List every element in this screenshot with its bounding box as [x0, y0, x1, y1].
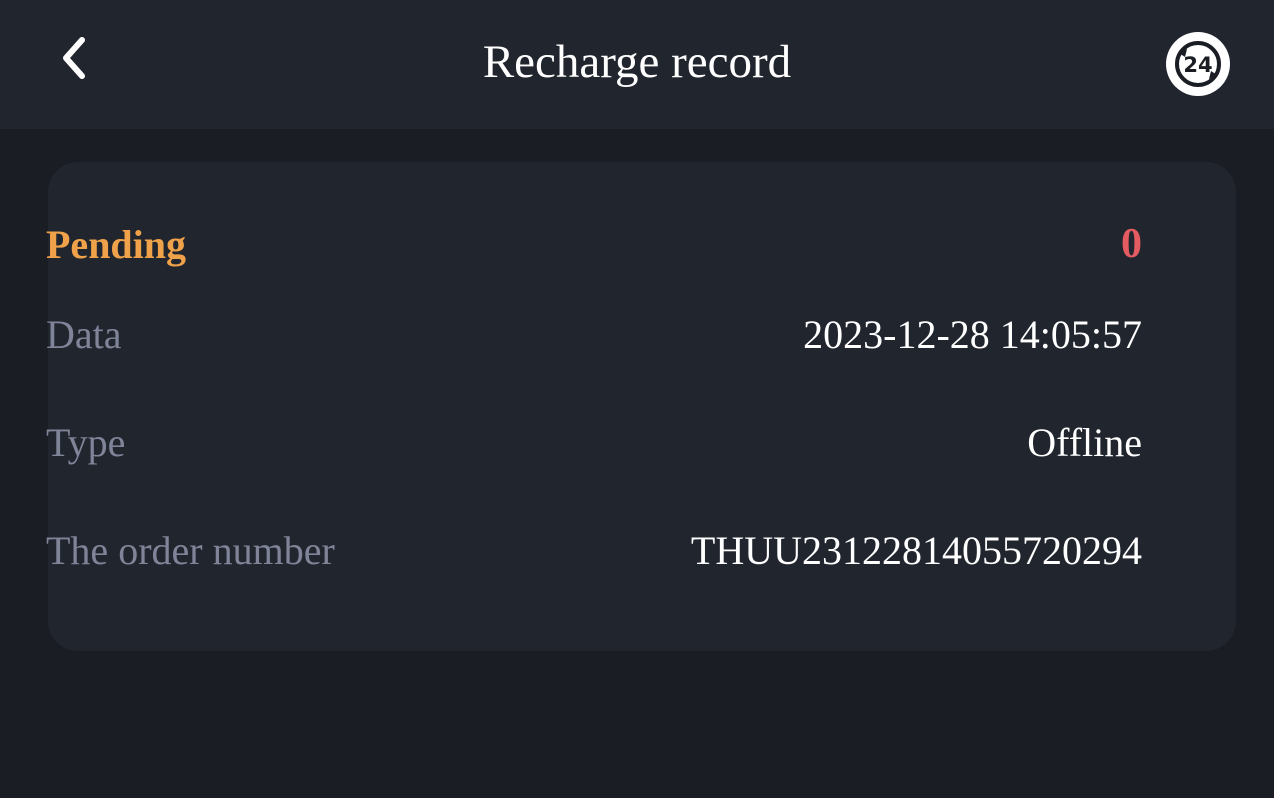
- customer-support-button[interactable]: 24: [1165, 31, 1231, 97]
- support-24h-icon: 24: [1166, 32, 1230, 96]
- order-number-label: The order number: [46, 527, 335, 573]
- date-label: Data: [46, 311, 122, 357]
- amount-value: 0: [1121, 221, 1142, 267]
- page-title: Recharge record: [482, 36, 792, 88]
- support-icon-text: 24: [1183, 53, 1212, 77]
- type-value: Offline: [1027, 419, 1142, 465]
- status-row: Pending 0: [46, 218, 1142, 270]
- type-label: Type: [46, 419, 126, 465]
- date-value: 2023-12-28 14:05:57: [803, 311, 1142, 357]
- top-bar: Recharge record 24: [0, 0, 1274, 129]
- status-badge: Pending: [46, 221, 187, 267]
- type-row: Type Offline: [46, 416, 1142, 468]
- date-row: Data 2023-12-28 14:05:57: [46, 308, 1142, 360]
- order-number-value: THUU23122814055720294: [690, 527, 1142, 573]
- order-number-row: The order number THUU23122814055720294: [46, 524, 1142, 576]
